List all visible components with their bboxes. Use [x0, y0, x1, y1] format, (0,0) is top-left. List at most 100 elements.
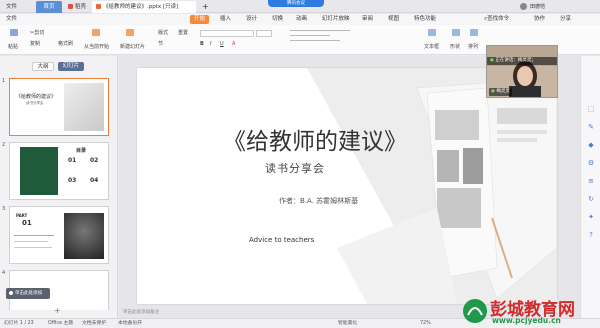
menu-animation[interactable]: 动画 [296, 14, 307, 25]
cut-button[interactable]: ✂剪切 [30, 29, 44, 36]
menu-insert[interactable]: 插入 [220, 14, 231, 25]
divider [290, 30, 350, 31]
new-slide-button[interactable]: 新建幻灯片 [120, 43, 145, 50]
daoke-icon [68, 4, 73, 9]
menu-file[interactable]: 文件 [6, 14, 17, 25]
style-icon[interactable]: ✎ [586, 122, 596, 132]
slide-number: 4 [2, 270, 6, 276]
toc-item: 03 [68, 177, 77, 184]
brush-icon[interactable]: ◆ [586, 140, 596, 150]
italic-button[interactable]: I [210, 41, 211, 47]
menu-bar: 文件 开始 插入 设计 切换 动画 幻灯片放映 审阅 视图 特色功能 ⌕查找命令… [0, 14, 600, 25]
format-painter-button[interactable]: 格式刷 [58, 40, 73, 47]
menu-review[interactable]: 审阅 [362, 14, 373, 25]
avatar[interactable] [520, 3, 527, 10]
copy-button[interactable]: 复制 [30, 40, 40, 47]
divider [290, 35, 330, 36]
slide-thumbnail-2[interactable]: 目录 01 02 03 04 [9, 142, 109, 200]
slide-number: 1 [2, 78, 6, 84]
ppt-file-icon [96, 4, 101, 9]
slide-title[interactable]: 《给教师的建议》 [223, 122, 407, 156]
microphone-icon: ● [491, 89, 495, 94]
user-name[interactable]: 田德恺 [530, 1, 545, 13]
paragraph-group[interactable] [290, 30, 350, 46]
from-current-button[interactable]: 从当前开始 [84, 43, 109, 50]
search-command[interactable]: ⌕查找命令 [484, 14, 509, 25]
bold-button[interactable]: B [200, 41, 204, 47]
new-slide-icon[interactable] [126, 29, 134, 36]
add-slide-popup[interactable]: 单击此处添加 [6, 288, 50, 299]
arrange-button[interactable]: 排列 [468, 43, 478, 50]
section-button[interactable]: 节 [158, 40, 163, 47]
tab-daoke[interactable]: 稻壳 [64, 1, 90, 13]
tab-home[interactable]: 首页 [36, 1, 62, 13]
slide-thumbnail-panel: 大纲 幻灯片 1 《给教师的建议》 读书分享会 2 目录 01 02 03 04… [0, 56, 118, 318]
select-icon[interactable]: ⬚ [586, 104, 596, 114]
slide-number: 2 [2, 142, 6, 148]
textbox-icon[interactable] [428, 29, 436, 36]
book-background-image [307, 68, 557, 304]
slide-number: 3 [2, 206, 6, 212]
shape-button[interactable]: 形状 [450, 43, 460, 50]
menu-transition[interactable]: 切换 [272, 14, 283, 25]
book-image [64, 83, 104, 131]
menu-design[interactable]: 设计 [246, 14, 257, 25]
divider [14, 241, 48, 242]
underline-button[interactable]: U [220, 41, 224, 47]
animation-icon[interactable]: ✦ [586, 212, 596, 222]
layer-icon[interactable]: ≡ [586, 176, 596, 186]
divider [14, 235, 54, 236]
settings-icon[interactable]: ⚙ [586, 158, 596, 168]
theme-name: Office 主题 [48, 321, 74, 326]
share-button[interactable]: 分享 [560, 14, 571, 25]
backup-status[interactable]: 本地备份开 [118, 319, 142, 328]
thumb-part-label: PART [16, 213, 28, 218]
reset-button[interactable]: 重置 [178, 29, 188, 36]
divider [14, 247, 52, 248]
menu-slideshow[interactable]: 幻灯片放映 [322, 14, 350, 25]
tab-document[interactable]: 《给教师的建议》.pptx [只读] [92, 1, 196, 13]
transition-icon[interactable]: ↻ [586, 194, 596, 204]
shape-icon[interactable] [452, 29, 460, 36]
video-feed[interactable]: ● 正在讲话：梅灵灵； ● 梅灵灵 [486, 45, 558, 98]
layout-button[interactable]: 版式 [158, 29, 168, 36]
help-icon[interactable]: ? [586, 230, 596, 240]
arrange-icon[interactable] [470, 29, 478, 36]
font-name-select[interactable] [200, 30, 254, 37]
font-color-button[interactable]: A [232, 41, 235, 47]
slide-english-title[interactable]: Advice to teachers [249, 236, 314, 244]
speaking-indicator: ● 正在讲话：梅灵灵； [487, 57, 557, 65]
watermark-url: www.pcjyedu.cn [492, 316, 561, 325]
paste-label[interactable]: 粘贴 [8, 43, 18, 50]
slide-thumbnail-1[interactable]: 《给教师的建议》 读书分享会 [9, 78, 109, 136]
notes-placeholder[interactable]: 单击此处添加备注 [123, 309, 159, 315]
toc-item: 04 [90, 177, 99, 184]
collab-button[interactable]: 协作 [534, 14, 545, 25]
camera-icon [9, 290, 13, 295]
tab-slides[interactable]: 幻灯片 [58, 62, 84, 71]
slide-subtitle[interactable]: 读书分享会 [265, 160, 325, 176]
new-tab-button[interactable]: + [198, 1, 209, 13]
beautify-button[interactable]: 智能美化 [338, 319, 357, 328]
tab-outline[interactable]: 大纲 [32, 62, 54, 71]
add-slide-button[interactable]: + [54, 306, 61, 315]
paste-icon[interactable] [10, 29, 18, 36]
menu-start[interactable]: 开始 [190, 15, 210, 24]
textbox-button[interactable]: 文本框 [424, 43, 439, 50]
play-current-icon[interactable] [92, 29, 100, 36]
menu-view[interactable]: 视图 [388, 14, 399, 25]
toc-item: 01 [68, 157, 77, 164]
thumb-title: 目录 [76, 148, 87, 154]
thumb-subtitle: 读书分享会 [26, 101, 44, 105]
meeting-banner[interactable]: 腾讯会议 [268, 0, 324, 7]
toc-item: 02 [90, 157, 99, 164]
slide-main[interactable]: 《给教师的建议》 读书分享会 作者：B.A. 苏霍姆林斯基 Advice to … [137, 68, 557, 304]
menu-special[interactable]: 特色功能 [414, 14, 436, 25]
slide-thumbnail-3[interactable]: PART 01 [9, 206, 109, 264]
zoom-level[interactable]: 72% [420, 319, 431, 328]
slide-author[interactable]: 作者：B.A. 苏霍姆林斯基 [279, 196, 358, 206]
slide-position: 幻灯片 1 / 23 [4, 321, 34, 326]
file-menu[interactable]: 文件 [2, 1, 21, 13]
font-size-select[interactable] [256, 30, 272, 37]
protect-status[interactable]: 文档未保护 [82, 319, 106, 328]
